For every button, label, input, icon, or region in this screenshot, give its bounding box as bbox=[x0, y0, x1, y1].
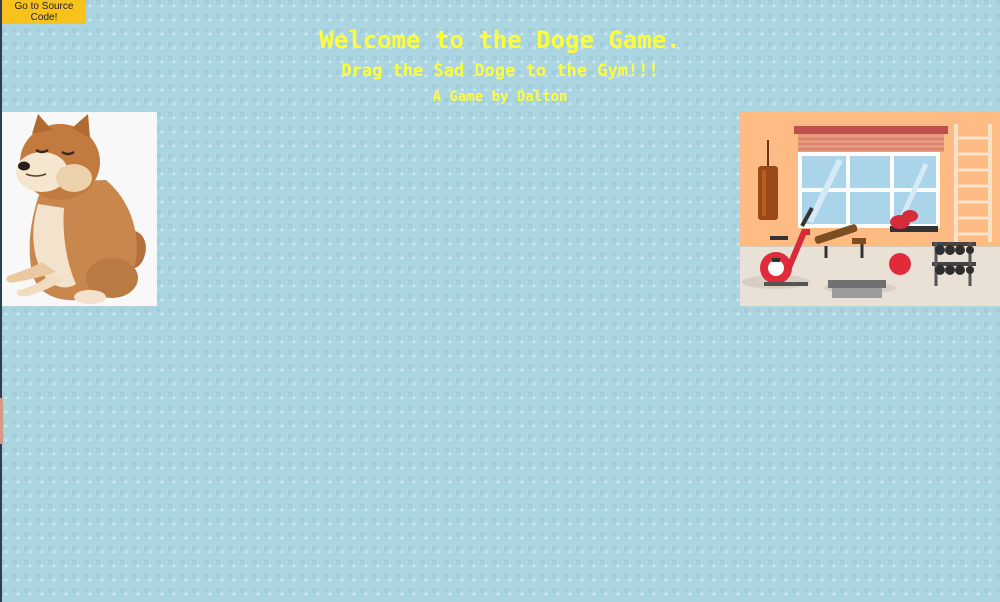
game-byline: A Game by Dalton bbox=[432, 89, 568, 105]
source-code-button[interactable]: Go to Source Code! bbox=[2, 0, 86, 24]
game-title: Welcome to the Doge Game. bbox=[319, 26, 681, 54]
side-tab bbox=[0, 398, 3, 444]
sad-doge-draggable[interactable] bbox=[2, 112, 157, 306]
gym-icon bbox=[740, 112, 1000, 306]
gym-dropzone[interactable] bbox=[740, 112, 1000, 306]
game-subtitle: Drag the Sad Doge to the Gym!!! bbox=[341, 61, 659, 81]
sad-doge-icon bbox=[6, 114, 146, 304]
